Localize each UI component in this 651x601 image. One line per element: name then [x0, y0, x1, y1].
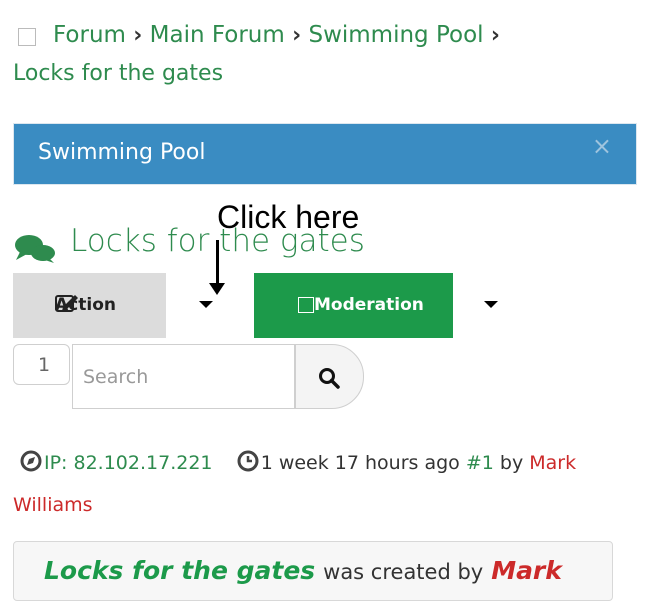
breadcrumb: Forum › Main Forum › Swimming Pool › [53, 22, 500, 48]
post-author[interactable]: Mark [491, 556, 562, 585]
breadcrumb-current-topic[interactable]: Locks for the gates [13, 61, 223, 86]
search-button[interactable] [295, 344, 364, 409]
post-summary-line: Locks for the gates was created by Mark [44, 556, 562, 585]
author-link-continued[interactable]: Williams [13, 494, 93, 516]
breadcrumb-checkbox-icon [18, 28, 36, 46]
close-icon[interactable]: × [592, 132, 612, 160]
created-by-text: was created by [323, 560, 484, 584]
ip-compass-icon [20, 450, 42, 472]
post-meta: IP: 82.102.17.221 1 week 17 hours ago #1… [20, 450, 576, 474]
category-banner: Swimming Pool × [13, 123, 637, 185]
search-placeholder: Search [83, 366, 149, 388]
moderation-label: Moderation [314, 295, 424, 315]
moderation-button[interactable]: Moderation [254, 273, 453, 338]
annotation-arrow-head [209, 283, 225, 295]
post-summary-box: Locks for the gates was created by Mark [13, 541, 613, 601]
post-title[interactable]: Locks for the gates [44, 556, 315, 585]
breadcrumb-main-forum-link[interactable]: Main Forum [150, 22, 285, 48]
action-label: Action [55, 295, 116, 315]
moderation-checkbox-icon [298, 297, 314, 313]
ip-address: IP: 82.102.17.221 [44, 452, 213, 474]
post-number-link[interactable]: #1 [466, 452, 494, 474]
moderation-dropdown-caret-icon[interactable] [484, 301, 498, 308]
page-number: 1 [38, 354, 51, 376]
breadcrumb-forum-link[interactable]: Forum [53, 22, 126, 48]
clock-icon [237, 450, 259, 472]
post-time: 1 week 17 hours ago [260, 452, 460, 474]
action-button[interactable]: Action [13, 273, 166, 338]
search-icon [319, 368, 340, 389]
annotation-text: Click here [217, 199, 360, 235]
by-text: by [499, 452, 524, 474]
banner-title: Swimming Pool [38, 140, 206, 165]
author-link[interactable]: Mark [529, 452, 576, 474]
chat-bubbles-icon [15, 235, 55, 263]
page-number-box[interactable]: 1 [13, 344, 70, 385]
chevron-right-icon: › [292, 23, 302, 48]
breadcrumb-swimming-pool-link[interactable]: Swimming Pool [308, 22, 483, 48]
action-dropdown-caret-icon[interactable] [199, 301, 213, 308]
chevron-right-icon: › [490, 23, 500, 48]
annotation-arrow [216, 240, 219, 285]
chevron-right-icon: › [133, 23, 143, 48]
search-input[interactable]: Search [72, 344, 295, 409]
